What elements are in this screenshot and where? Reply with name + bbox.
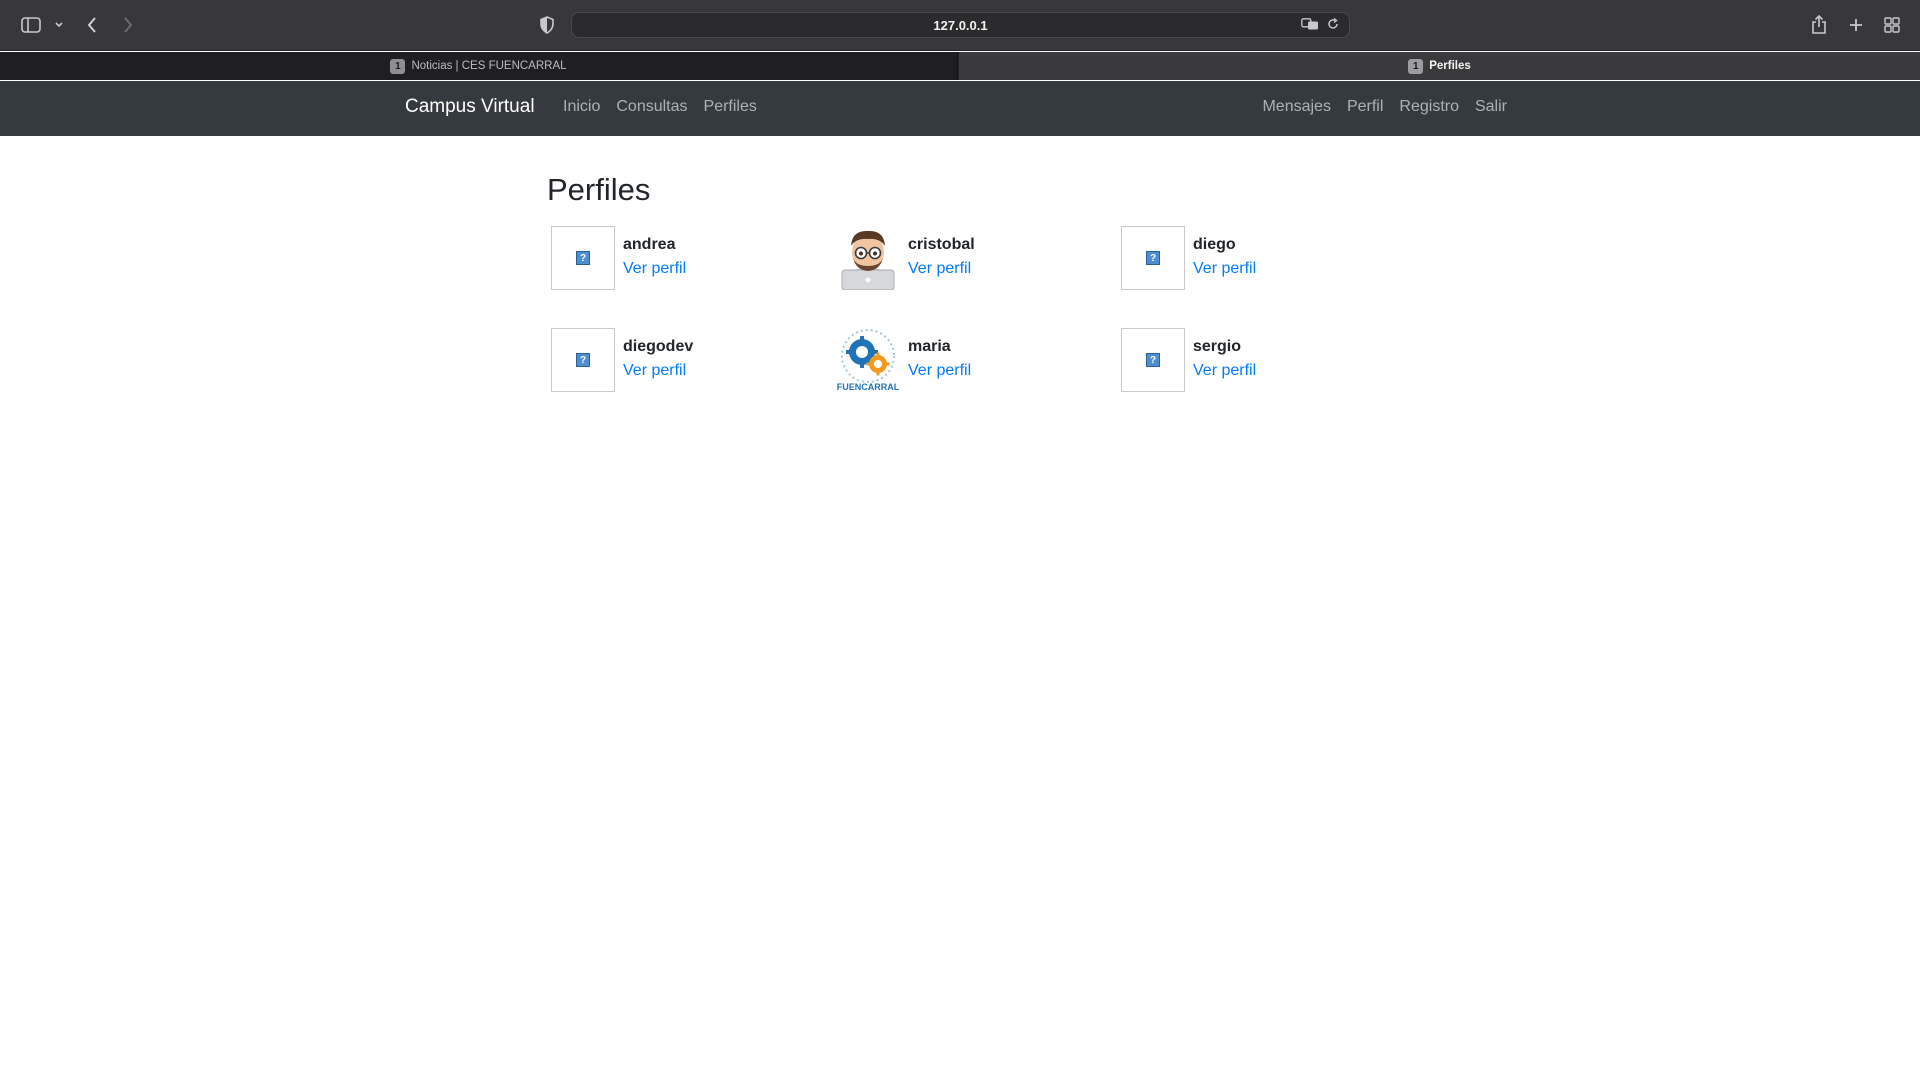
nav-consultas[interactable]: Consultas [616, 98, 687, 116]
sidebar-toggle-icon[interactable] [18, 10, 44, 40]
view-profile-link[interactable]: Ver perfil [908, 260, 971, 277]
nav-perfil[interactable]: Perfil [1347, 98, 1383, 116]
reload-icon[interactable] [1327, 17, 1339, 35]
profile-card: ? sergio Ver perfil [1117, 328, 1377, 392]
forward-icon[interactable] [118, 10, 138, 40]
profile-username: diego [1193, 236, 1236, 253]
address-bar[interactable]: 127.0.0.1 [571, 12, 1350, 38]
page-title: Perfiles [547, 172, 651, 207]
profile-username: andrea [623, 236, 676, 253]
view-profile-link[interactable]: Ver perfil [623, 260, 686, 277]
nav-salir[interactable]: Salir [1475, 98, 1507, 116]
view-profile-link[interactable]: Ver perfil [1193, 260, 1256, 277]
address-url: 127.0.0.1 [933, 17, 988, 33]
view-profile-link[interactable]: Ver perfil [623, 362, 686, 379]
tab-noticias[interactable]: 1 Noticias | CES FUENCARRAL [0, 52, 958, 80]
profile-card: ? diegodev Ver perfil [547, 328, 832, 392]
tab-perfiles[interactable]: 1 Perfiles [959, 52, 1920, 80]
view-profile-link[interactable]: Ver perfil [1193, 362, 1256, 379]
logo-text: FUENCARRAL [837, 382, 900, 392]
tab-badge: 1 [390, 58, 406, 74]
profiles-grid: ? andrea Ver perfil cristobal Ver perfil… [547, 226, 1377, 392]
privacy-shield-icon[interactable] [537, 10, 557, 40]
profile-username: cristobal [908, 236, 975, 253]
new-tab-icon[interactable] [1845, 10, 1867, 40]
view-profile-link[interactable]: Ver perfil [908, 362, 971, 379]
back-icon[interactable] [82, 10, 102, 40]
browser-toolbar: 127.0.0.1 [0, 0, 1920, 51]
profile-card: cristobal Ver perfil [832, 226, 1117, 290]
nav-right: Mensajes Perfil Registro Salir [1262, 98, 1507, 116]
chevron-down-icon[interactable] [52, 10, 66, 40]
nav-left: Inicio Consultas Perfiles [563, 98, 757, 116]
placeholder-image-icon: ? [1121, 226, 1185, 290]
profile-card: ? andrea Ver perfil [547, 226, 832, 290]
site-navbar: Campus Virtual Inicio Consultas Perfiles… [0, 81, 1920, 136]
translate-icon[interactable] [1301, 17, 1319, 35]
placeholder-image-icon: ? [1121, 328, 1185, 392]
share-icon[interactable] [1808, 10, 1830, 40]
placeholder-image-icon: ? [551, 328, 615, 392]
fuencarral-gears-logo: FUENCARRAL [836, 328, 900, 392]
tab-overview-icon[interactable] [1881, 10, 1903, 40]
nav-perfiles[interactable]: Perfiles [704, 98, 757, 116]
profile-card: FUENCARRAL maria Ver perfil [832, 328, 1117, 392]
tab-bar: 1 Noticias | CES FUENCARRAL 1 Perfiles [0, 52, 1920, 80]
placeholder-image-icon: ? [551, 226, 615, 290]
main-content: Perfiles ? andrea Ver perfil cristobal V… [547, 172, 1377, 392]
nav-inicio[interactable]: Inicio [563, 98, 600, 116]
tab-badge: 1 [1408, 58, 1424, 74]
brand-link[interactable]: Campus Virtual [405, 96, 535, 118]
profile-username: diegodev [623, 338, 694, 355]
tab-label: Perfiles [1429, 60, 1471, 72]
tab-label: Noticias | CES FUENCARRAL [411, 60, 567, 72]
profile-card: ? diego Ver perfil [1117, 226, 1377, 290]
profile-username: sergio [1193, 338, 1242, 355]
nav-mensajes[interactable]: Mensajes [1262, 98, 1330, 116]
memoji-laptop-avatar [836, 226, 900, 290]
profile-username: maria [908, 338, 951, 355]
nav-registro[interactable]: Registro [1399, 98, 1459, 116]
